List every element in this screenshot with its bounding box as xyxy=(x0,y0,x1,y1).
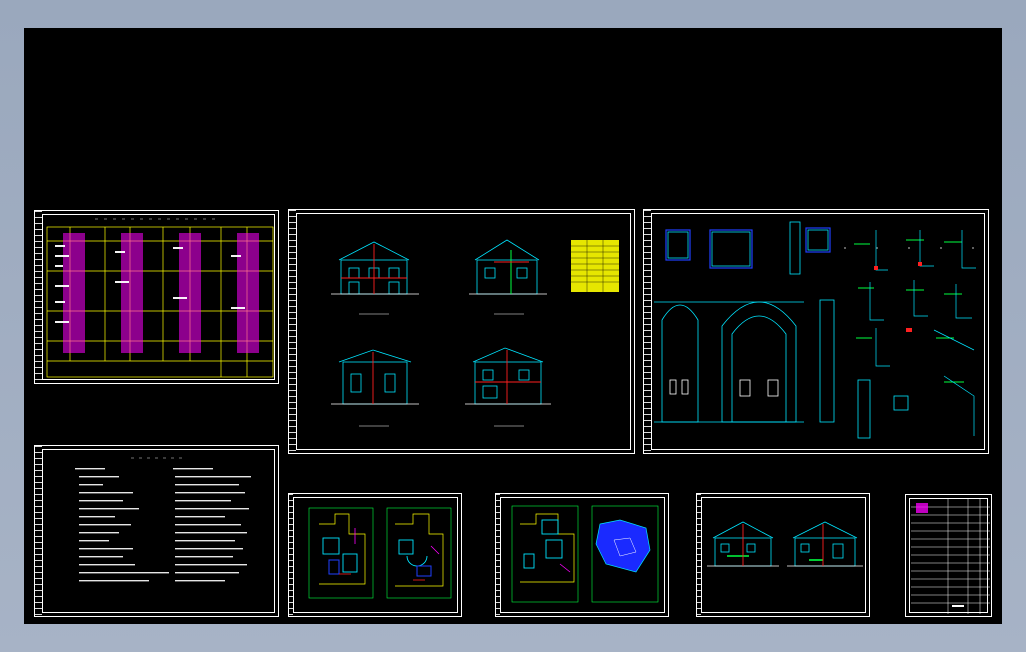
sheet-notes[interactable] xyxy=(34,445,279,617)
details-drawing xyxy=(654,221,990,439)
sheet-details[interactable] xyxy=(643,209,990,454)
sections-drawing xyxy=(707,521,863,567)
sheet-schedule[interactable] xyxy=(34,210,279,384)
plan-2-drawing xyxy=(511,505,659,603)
sheet-sections[interactable] xyxy=(696,493,870,617)
schedule-drawing xyxy=(46,218,274,378)
elevations-drawing xyxy=(331,239,619,427)
sheet-plan-2[interactable] xyxy=(495,493,669,617)
sheet-title[interactable] xyxy=(905,494,992,617)
plan-1-drawing xyxy=(308,507,452,599)
title-block-table xyxy=(911,499,990,614)
sheet-plan-1[interactable] xyxy=(288,493,462,617)
sheet-elevations[interactable] xyxy=(288,209,635,454)
notes-drawing xyxy=(75,457,251,582)
cad-model-space[interactable] xyxy=(24,28,1002,624)
